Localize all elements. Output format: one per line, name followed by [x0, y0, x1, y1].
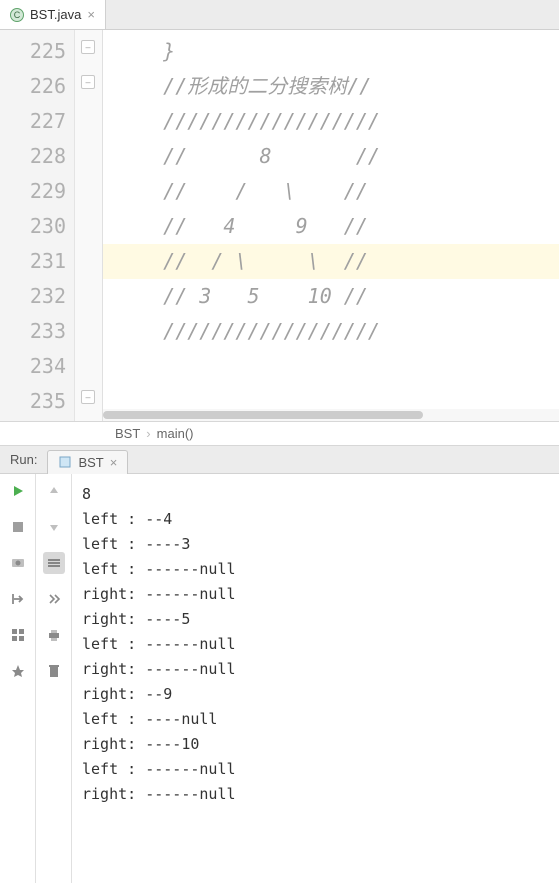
run-tool-window: 8left : --4left : ----3left : ------null… — [0, 474, 559, 883]
console-line: right: --9 — [82, 682, 549, 707]
scroll-to-end-button[interactable] — [43, 588, 65, 610]
clear-all-button[interactable] — [43, 660, 65, 682]
close-icon[interactable]: × — [110, 455, 118, 470]
horizontal-scrollbar[interactable] — [103, 409, 559, 421]
exit-button[interactable] — [7, 588, 29, 610]
line-number: 228 — [4, 139, 66, 174]
line-number: 227 — [4, 104, 66, 139]
editor-tab-bst[interactable]: C BST.java × — [0, 0, 106, 29]
print-button[interactable] — [43, 624, 65, 646]
dump-threads-button[interactable] — [7, 552, 29, 574]
console-line: left : ----null — [82, 707, 549, 732]
line-number: 232 — [4, 279, 66, 314]
code-line: ////////////////// — [115, 314, 559, 349]
code-text-area[interactable]: } //形成的二分搜索树// ////////////////// // 8 /… — [103, 30, 559, 421]
line-number: 229 — [4, 174, 66, 209]
up-button[interactable] — [43, 480, 65, 502]
svg-text:C: C — [14, 10, 21, 20]
console-line: left : ------null — [82, 632, 549, 657]
console-line: left : --4 — [82, 507, 549, 532]
console-output[interactable]: 8left : --4left : ----3left : ------null… — [72, 474, 559, 883]
pin-button[interactable] — [7, 660, 29, 682]
code-line-current: // / \ \ // — [103, 244, 559, 279]
close-icon[interactable]: × — [87, 7, 95, 22]
editor-tab-bar: C BST.java × — [0, 0, 559, 30]
java-class-icon: C — [10, 8, 24, 22]
stop-button[interactable] — [7, 516, 29, 538]
editor-tab-label: BST.java — [30, 7, 81, 22]
line-number: 225 — [4, 34, 66, 69]
code-line: // 8 // — [115, 139, 559, 174]
run-actions-column — [0, 474, 36, 883]
breadcrumb-class[interactable]: BST — [115, 426, 140, 441]
rerun-button[interactable] — [7, 480, 29, 502]
code-line: } — [115, 34, 559, 69]
line-number: 234 — [4, 349, 66, 384]
line-number: 231 — [4, 244, 66, 279]
line-number: 233 — [4, 314, 66, 349]
console-line: left : ------null — [82, 557, 549, 582]
application-icon — [58, 455, 72, 469]
console-line: right: ------null — [82, 782, 549, 807]
fold-marker-icon[interactable]: – — [81, 390, 95, 404]
console-line: right: ----10 — [82, 732, 549, 757]
run-tool-header: Run: BST × — [0, 446, 559, 474]
code-line: // 4 9 // — [115, 209, 559, 244]
console-line: right: ----5 — [82, 607, 549, 632]
console-line: left : ------null — [82, 757, 549, 782]
code-line: //形成的二分搜索树// — [115, 69, 559, 104]
chevron-right-icon: › — [146, 426, 150, 441]
line-number: 230 — [4, 209, 66, 244]
console-actions-column — [36, 474, 72, 883]
console-line: right: ------null — [82, 582, 549, 607]
soft-wrap-button[interactable] — [43, 552, 65, 574]
code-line: ////////////////// — [115, 104, 559, 139]
fold-marker-icon[interactable]: – — [81, 75, 95, 89]
run-label: Run: — [10, 452, 37, 467]
fold-gutter: – – – — [75, 30, 103, 421]
breadcrumb: BST › main() — [0, 422, 559, 446]
line-number-gutter: 225 226 227 228 229 230 231 232 233 234 … — [0, 30, 75, 421]
down-button[interactable] — [43, 516, 65, 538]
console-line: right: ------null — [82, 657, 549, 682]
run-config-name: BST — [78, 455, 103, 470]
breadcrumb-method[interactable]: main() — [157, 426, 194, 441]
code-line — [115, 349, 559, 384]
fold-marker-icon[interactable]: – — [81, 40, 95, 54]
code-line: // 3 5 10 // — [115, 279, 559, 314]
line-number: 226 — [4, 69, 66, 104]
run-config-tab[interactable]: BST × — [47, 450, 128, 474]
scrollbar-thumb[interactable] — [103, 411, 423, 419]
line-number: 235 — [4, 384, 66, 419]
layout-button[interactable] — [7, 624, 29, 646]
code-line: // / \ // — [115, 174, 559, 209]
code-editor[interactable]: 225 226 227 228 229 230 231 232 233 234 … — [0, 30, 559, 422]
console-line: 8 — [82, 482, 549, 507]
console-line: left : ----3 — [82, 532, 549, 557]
